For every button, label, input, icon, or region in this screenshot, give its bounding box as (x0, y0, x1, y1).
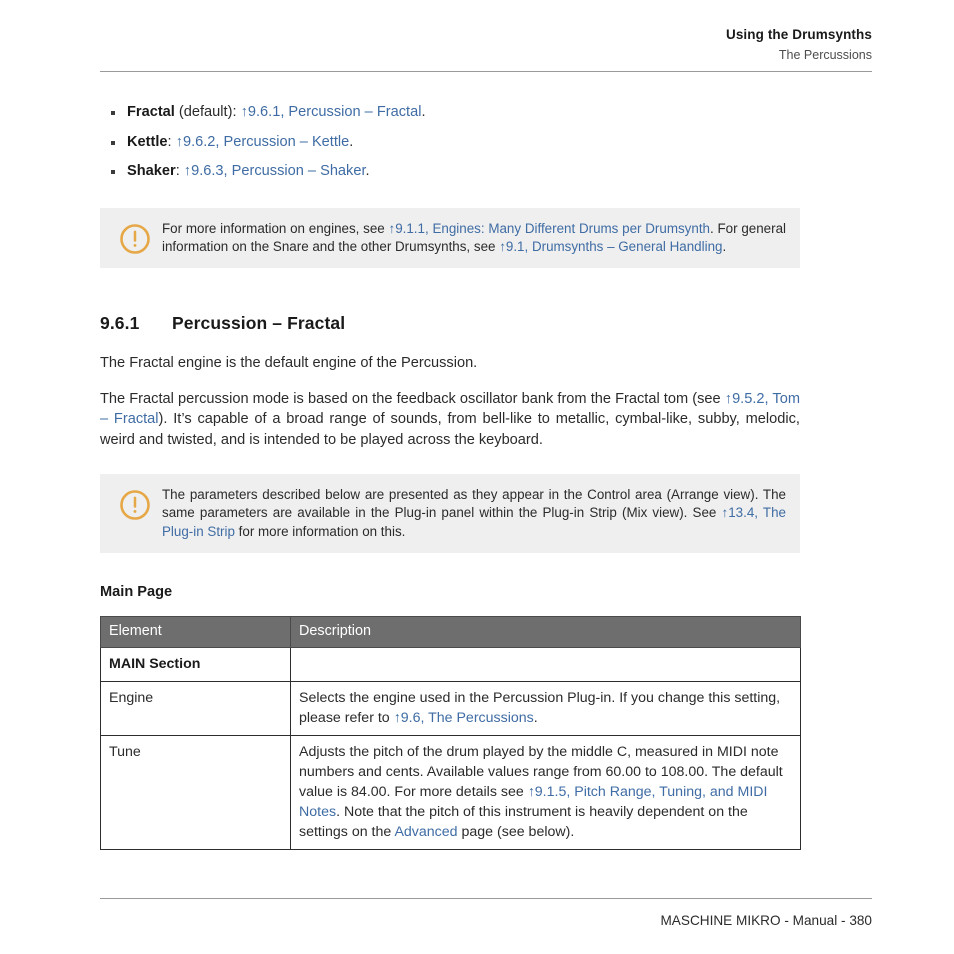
desc-crossref-link[interactable]: ↑9.6, The Percussions (394, 710, 534, 726)
note2-text-a: The parameters described below are prese… (162, 487, 786, 521)
column-header-description: Description (290, 615, 801, 648)
cell-element: Tune (100, 734, 291, 850)
bullet-term: Fractal (127, 104, 175, 120)
table-row: Tune Adjusts the pitch of the drum playe… (100, 734, 801, 850)
document-page: Using the Drumsynths The Percussions Fra… (0, 0, 954, 954)
table-header-row: Element Description (100, 615, 801, 648)
list-item: Kettle: ↑9.6.2, Percussion – Kettle. (100, 128, 800, 158)
bullet-tail: . (421, 104, 426, 120)
bullet-crossref-link[interactable]: ↑9.6.2, Percussion – Kettle (176, 134, 350, 150)
alert-circle-icon (118, 222, 152, 256)
alert-circle-icon (118, 488, 152, 522)
bullet-crossref-link[interactable]: ↑9.6.1, Percussion – Fractal (241, 104, 422, 120)
bullet-mid: : (167, 133, 176, 150)
page-content: Fractal (default): ↑9.6.1, Percussion – … (100, 98, 801, 850)
section-body-paragraph: The Fractal percussion mode is based on … (100, 389, 800, 451)
table-row: MAIN Section (100, 646, 801, 682)
desc-text-a: Selects the engine used in the Percussio… (299, 689, 781, 726)
note-box-engines-text: For more information on engines, see ↑9.… (162, 218, 786, 257)
bullet-term: Kettle (127, 133, 168, 150)
page-title: 9.6.1 Percussion – Fractal (100, 312, 800, 334)
section-title: Percussion – Fractal (172, 313, 346, 334)
cell-element: Engine (100, 680, 291, 736)
header-divider (100, 71, 872, 72)
table-row: Engine Selects the engine used in the Pe… (100, 680, 801, 736)
desc-text-c: page (see below). (457, 823, 575, 840)
desc-advanced-link[interactable]: Advanced (394, 824, 457, 840)
parameters-table: Element Description MAIN Section Engine … (100, 615, 801, 850)
running-header-title: Using the Drumsynths (725, 27, 872, 42)
cell-description: Adjusts the pitch of the drum played by … (290, 734, 801, 850)
bullet-mid: : (175, 163, 184, 179)
engine-links-list: Fractal (default): ↑9.6.1, Percussion – … (100, 98, 800, 187)
para-text-a: The Fractal percussion mode is based on … (100, 390, 725, 407)
note1-link-a[interactable]: ↑9.1.1, Engines: Many Different Drums pe… (389, 221, 711, 236)
list-item: Fractal (default): ↑9.6.1, Percussion – … (100, 98, 800, 128)
bullet-tail: . (365, 163, 370, 179)
section-intro-paragraph: The Fractal engine is the default engine… (100, 355, 478, 372)
note2-text-b: for more information on this. (234, 523, 406, 539)
bullet-tail: . (349, 133, 354, 150)
note-box-engines: For more information on engines, see ↑9.… (100, 207, 800, 269)
para-text-b: ). It’s capable of a broad range of soun… (100, 411, 800, 448)
note-box-parameters: The parameters described below are prese… (100, 474, 800, 553)
bullet-mid: (default): (174, 104, 241, 120)
note-box-parameters-text: The parameters described below are prese… (162, 484, 786, 541)
footer-divider (100, 898, 872, 899)
cell-description: Selects the engine used in the Percussio… (290, 680, 801, 736)
bullet-crossref-link[interactable]: ↑9.6.3, Percussion – Shaker (184, 163, 366, 179)
cell-element: MAIN Section (100, 646, 291, 682)
running-header: Using the Drumsynths The Percussions (100, 26, 872, 64)
note1-text-a: For more information on engines, see (162, 220, 389, 236)
footer-text: MASCHINE MIKRO - Manual - 380 (660, 913, 872, 928)
main-page-heading: Main Page (100, 583, 173, 600)
desc-text-b: . (533, 709, 538, 726)
section-number: 9.6.1 (100, 313, 140, 334)
note1-link-b[interactable]: ↑9.1, Drumsynths – General Handling (499, 239, 722, 254)
note1-text-c: . (722, 238, 727, 254)
column-header-element: Element (100, 615, 291, 648)
bullet-term: Shaker (127, 163, 176, 179)
running-header-subtitle: The Percussions (778, 48, 872, 62)
list-item: Shaker: ↑9.6.3, Percussion – Shaker. (100, 157, 800, 187)
cell-description (290, 646, 801, 682)
